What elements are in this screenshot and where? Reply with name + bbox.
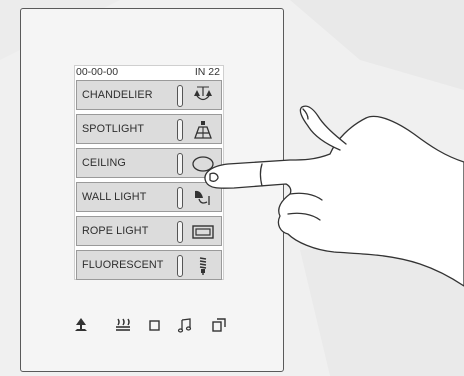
light-toggle[interactable] <box>177 187 183 209</box>
window-icon[interactable] <box>210 317 228 333</box>
heating-icon[interactable] <box>114 317 132 333</box>
light-toggle[interactable] <box>177 221 183 243</box>
light-toggle[interactable] <box>177 153 183 175</box>
music-note-icon[interactable] <box>176 317 194 333</box>
light-label: CEILING <box>82 157 126 169</box>
light-label: SPOTLIGHT <box>82 123 145 135</box>
pointing-hand-illustration <box>204 105 464 287</box>
light-toggle[interactable] <box>177 255 183 277</box>
light-label: FLUORESCENT <box>82 259 164 271</box>
light-toggle[interactable] <box>177 119 183 141</box>
status-bar: 00-00-00 IN 22 <box>76 66 222 78</box>
lamp-icon[interactable] <box>72 317 90 333</box>
temperature-display: IN 22 <box>194 66 220 78</box>
light-label: WALL LIGHT <box>82 191 147 203</box>
light-label: CHANDELIER <box>82 89 153 101</box>
light-toggle[interactable] <box>177 85 183 107</box>
chandelier-icon <box>194 86 212 101</box>
clock-display: 00-00-00 <box>76 66 119 78</box>
light-label: ROPE LIGHT <box>82 225 149 237</box>
blinds-icon[interactable] <box>146 317 164 333</box>
